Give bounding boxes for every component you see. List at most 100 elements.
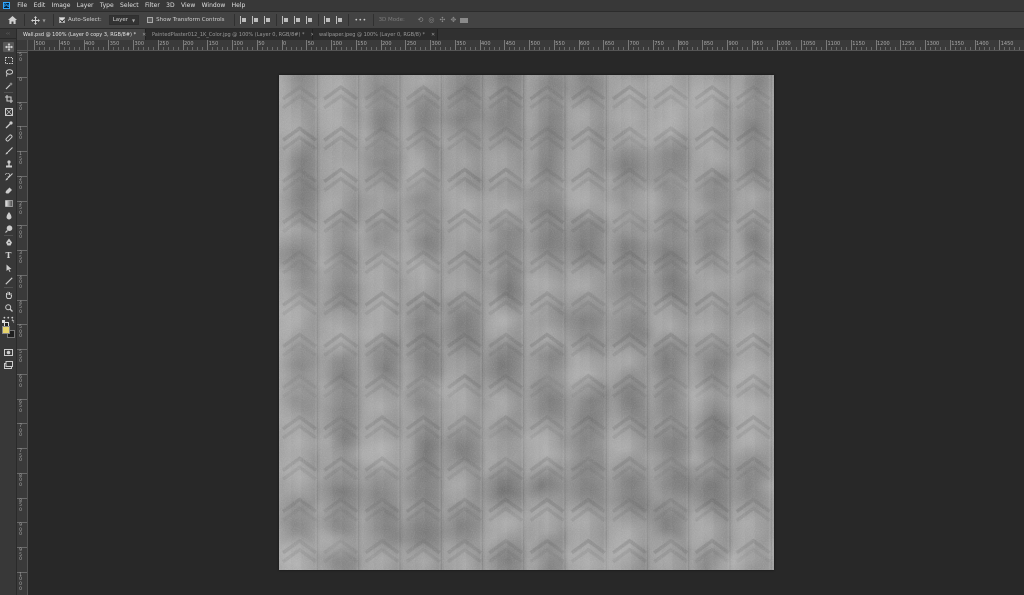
move-icon[interactable] <box>3 42 14 52</box>
3d-roll-icon[interactable]: ◎ <box>426 13 437 27</box>
distribute-vertical-icon[interactable] <box>323 16 331 24</box>
ruler-minor-tick <box>588 47 590 50</box>
history-brush-icon[interactable] <box>3 172 14 182</box>
tab-painted-plaster[interactable]: PaintedPlaster012_1K_Color.jpg @ 100% (L… <box>146 29 315 40</box>
ruler-minor-tick <box>731 47 733 50</box>
menu-help[interactable]: Help <box>228 0 248 11</box>
brush-icon[interactable] <box>3 146 14 156</box>
path-selection-icon[interactable] <box>3 263 14 273</box>
ruler-minor-tick <box>88 47 90 50</box>
3d-scale-camera-icon[interactable] <box>459 13 470 27</box>
auto-select-target-dropdown[interactable]: Layer ▼ <box>108 15 140 25</box>
healing-brush-icon[interactable] <box>3 133 14 143</box>
ruler-label: 100 <box>19 127 22 142</box>
ruler-minor-tick <box>162 47 164 50</box>
align-right-edges-icon[interactable] <box>263 16 271 24</box>
menu-window[interactable]: Window <box>198 0 228 11</box>
ruler-minor-tick <box>38 47 40 50</box>
document-canvas[interactable] <box>279 75 774 570</box>
tools-panel-grip[interactable]: ‹‹ <box>0 29 16 39</box>
ruler-label: 1100 <box>827 41 841 47</box>
default-colors-icon[interactable] <box>2 320 9 327</box>
distribute-horizontal-icon[interactable] <box>335 16 343 24</box>
hand-icon[interactable] <box>3 290 14 300</box>
ruler-label: 1450 <box>1000 41 1014 47</box>
ruler-minor-tick <box>360 47 362 50</box>
ruler-minor-tick <box>464 47 466 50</box>
ruler-label: 150 <box>19 152 22 167</box>
gradient-icon[interactable] <box>3 198 14 208</box>
menu-view[interactable]: View <box>178 0 199 11</box>
line-icon[interactable] <box>3 276 14 286</box>
marquee-icon[interactable] <box>3 55 14 65</box>
ruler-minor-tick <box>73 47 75 50</box>
show-transform-controls-checkbox[interactable]: Show Transform Controls <box>147 17 225 23</box>
ruler-minor-tick <box>746 47 748 50</box>
menu-image[interactable]: Image <box>48 0 73 11</box>
lasso-icon[interactable] <box>3 68 14 78</box>
tab-wallpaper[interactable]: wallpaper.jpeg @ 100% (Layer 0, RGB/8) *… <box>313 29 438 40</box>
ruler-minor-tick <box>806 47 808 50</box>
align-bottom-edges-icon[interactable] <box>305 16 313 24</box>
type-icon[interactable]: T <box>3 250 14 260</box>
menu-file[interactable]: File <box>14 0 30 11</box>
auto-select-checkbox[interactable]: Auto-Select: <box>59 17 102 23</box>
ruler-minor-tick <box>1019 47 1021 50</box>
3d-pan-icon[interactable]: ✣ <box>437 13 448 27</box>
ruler-minor-tick <box>791 47 793 50</box>
tab-wall-psd[interactable]: Wall.psd @ 100% (Layer 0 copy 3, RGB/8#)… <box>17 29 146 40</box>
ruler-minor-tick <box>647 47 649 50</box>
horizontal-ruler[interactable]: 500 450 400 350 300 250 200 150 100 50 0 50 100 150 20… <box>17 40 1024 51</box>
ruler-label: 1000 <box>778 41 791 47</box>
menu-select[interactable]: Select <box>117 0 142 11</box>
ruler-minor-tick <box>895 47 897 50</box>
dodge-icon[interactable] <box>3 224 14 234</box>
crop-icon[interactable] <box>3 94 14 104</box>
vertical-ruler[interactable]: 50 0 50 100 150 200 250 300 350 400 450 500 550 600 65… <box>17 51 28 595</box>
frame-icon[interactable] <box>3 107 14 117</box>
document-tabs: Wall.psd @ 100% (Layer 0 copy 3, RGB/8#)… <box>17 29 1024 40</box>
close-icon[interactable]: ✕ <box>431 32 435 38</box>
ruler-label: 1350 <box>951 41 964 47</box>
ruler-origin[interactable] <box>17 40 28 51</box>
options-bar: ▼ Auto-Select: Layer ▼ Show Transform Co… <box>0 11 1024 29</box>
auto-select-check-box[interactable] <box>59 17 65 23</box>
move-tool-preset-icon[interactable] <box>30 13 40 27</box>
home-icon[interactable] <box>5 13 19 27</box>
foreground-color-swatch[interactable] <box>2 326 10 334</box>
ruler-minor-tick <box>48 47 50 50</box>
quick-mask-icon[interactable] <box>3 347 14 357</box>
eyedropper-icon[interactable] <box>3 120 14 130</box>
align-horizontal-centers-icon[interactable] <box>251 16 259 24</box>
pen-icon[interactable] <box>3 237 14 247</box>
ruler-minor-tick <box>286 47 288 50</box>
align-left-edges-icon[interactable] <box>239 16 247 24</box>
align-top-edges-icon[interactable] <box>281 16 289 24</box>
magic-wand-icon[interactable] <box>3 81 14 91</box>
show-transform-check-box[interactable] <box>147 17 154 23</box>
ruler-minor-tick <box>415 47 417 50</box>
menu-filter[interactable]: Filter <box>142 0 163 11</box>
eraser-icon[interactable] <box>3 185 14 195</box>
screen-mode-icon[interactable] <box>3 360 14 370</box>
3d-slide-icon[interactable]: ✥ <box>448 13 459 27</box>
blur-icon[interactable] <box>3 211 14 221</box>
ruler-minor-tick <box>68 47 70 50</box>
clone-stamp-icon[interactable] <box>3 159 14 169</box>
ruler-minor-tick <box>618 47 620 50</box>
ruler-minor-tick <box>811 47 813 50</box>
menu-3d[interactable]: 3D <box>163 0 178 11</box>
menu-type[interactable]: Type <box>97 0 117 11</box>
ruler-minor-tick <box>420 47 422 50</box>
tool-preset-chevron-down-icon[interactable]: ▼ <box>40 13 48 27</box>
zoom-icon[interactable] <box>3 303 14 313</box>
3d-orbit-icon[interactable]: ⟲ <box>415 13 426 27</box>
ruler-minor-tick <box>43 47 45 50</box>
menu-layer[interactable]: Layer <box>74 0 97 11</box>
ruler-minor-tick <box>692 47 694 50</box>
menu-edit[interactable]: Edit <box>30 0 48 11</box>
more-options-icon[interactable]: ••• <box>354 13 368 27</box>
swap-colors-icon[interactable]: ↰ <box>11 319 15 325</box>
align-vertical-centers-icon[interactable] <box>293 16 301 24</box>
options-divider <box>347 14 349 26</box>
